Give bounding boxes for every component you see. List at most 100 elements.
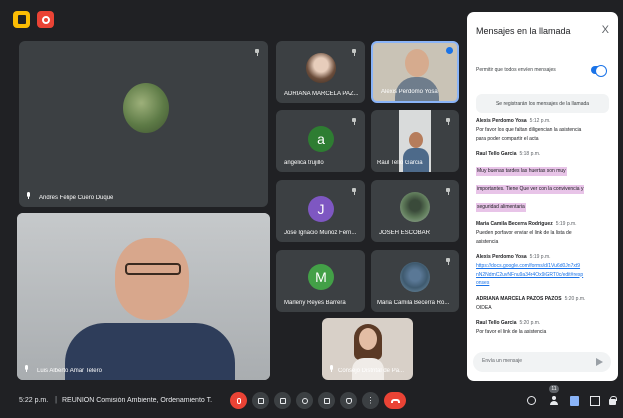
chat-message: ADRIANA MARCELA PAZOS PAZOS 5:20 p.m. OID… [476,296,609,313]
host-controls-icon[interactable] [608,396,617,406]
participant-tile-mariacamila[interactable]: Maria Camila Becerra Ro... [371,250,459,312]
allow-messages-label: Permitir que todos envíen mensajes [476,67,556,73]
participant-name: Andres Felipe Cuero Duque [39,195,114,201]
chat-input-placeholder: Envía un mensaje [482,358,523,364]
chat-record-notice: Se registrarán los mensajes de la llamad… [476,94,609,113]
message-sender: Raul Tello Garcia [476,320,517,326]
message-line: asistencia [476,238,499,245]
raise-hand-button[interactable] [340,392,357,409]
message-time: 5:12 p.m. [529,118,551,124]
more-options-button[interactable]: ⋮ [362,392,379,409]
participant-name: ADRIANA MARCELA PAZ... [284,91,359,97]
activities-button[interactable] [13,11,30,28]
person-head [405,49,429,77]
participant-tile-alexis[interactable]: Alexis Perdomo Yosa [371,41,459,103]
message-sender: Maria Camila Becerra Rodriguez [476,221,553,227]
mic-off-icon [236,397,241,404]
avatar [400,192,430,222]
participant-name: JOSEH ESCOBAR [379,230,431,236]
participant-name: Maria Camila Becerra Ro... [377,300,450,306]
message-sender: Alexis Perdomo Yosa [476,254,527,260]
activities-icon[interactable] [590,396,600,406]
chat-panel: Mensajes en la llamada X Permitir que to… [467,12,618,381]
message-line: OIDEA [476,304,492,311]
person-head [359,328,377,350]
notice-text: Se registrarán los mensajes de la llamad… [495,100,590,107]
message-list: Alexis Perdomo Yosa 5:12 p.m. Por favor l… [476,118,609,345]
mic-icon [26,192,31,199]
pin-icon[interactable] [254,49,260,56]
participant-name: Luis Alberto Amar Telero [37,368,102,374]
avatar [123,83,169,133]
reactions-button[interactable] [296,392,313,409]
pin-icon[interactable] [351,49,357,56]
meeting-title: REUNION Comisión Ambiente, Ordenamiento … [62,397,212,404]
camera-button[interactable] [252,392,269,409]
participant-tile-marleny[interactable]: M Marleny Reyes Barrera [276,250,365,312]
separator: | [55,395,58,404]
microphone-button[interactable] [230,392,247,409]
present-button[interactable] [318,392,335,409]
chat-message-input[interactable]: Envía un mensaje [473,352,611,372]
emoji-icon [301,397,308,404]
pin-icon[interactable] [445,188,451,195]
people-icon[interactable] [550,396,559,406]
send-icon[interactable] [596,358,603,366]
speaking-indicator-icon [446,47,453,54]
person-head [409,132,423,148]
participant-tile-jose[interactable]: J Jose Ignacio Muñoz Fern... [276,180,365,242]
info-icon[interactable] [527,396,536,405]
message-link[interactable]: nN2NdmC2uvNFnu9a34r4Ox9iGRT0c/edit#resp [476,271,609,280]
message-link[interactable]: onses [476,279,609,288]
participant-name: Jose Ignacio Muñoz Fern... [284,230,357,236]
message-time: 5:18 p.m. [519,151,541,157]
avatar [306,53,336,83]
message-time: 5:20 p.m. [564,295,586,302]
record-button[interactable] [37,11,54,28]
record-icon [41,15,50,24]
message-line: Muy buenas tardes las huertas son muy [476,167,567,176]
participant-name: Consejo Distrital de Pa... [338,368,405,374]
chat-message: Maria Camila Becerra Rodriguez 5:19 p.m. … [476,221,609,246]
chat-message: Raul Tello Garcia 5:20 p.m. Por favor el … [476,320,609,337]
people-count-badge: 11 [549,385,559,393]
chat-icon[interactable] [570,396,579,406]
participant-tile-adriana[interactable]: ADRIANA MARCELA PAZ... [276,41,365,103]
chat-message: Alexis Perdomo Yosa 5:19 p.m. https://doc… [476,254,609,288]
participant-tile-angelica[interactable]: a angelica trujillo [276,110,365,172]
participant-name: Marleny Reyes Barrera [284,300,346,306]
participant-tile-luis[interactable]: Luis Alberto Amar Telero [17,213,270,380]
message-sender: ADRIANA MARCELA PAZOS PAZOS [476,295,562,302]
camera-icon [257,397,264,404]
message-sender: Alexis Perdomo Yosa [476,118,527,124]
allow-messages-toggle[interactable] [591,65,607,77]
message-time: 5:19 p.m. [529,254,551,260]
participant-tile-consejo[interactable]: Consejo Distrital de Pa... [322,318,413,380]
participant-tile-andres[interactable]: Andres Felipe Cuero Duque [19,41,268,207]
pin-icon[interactable] [351,188,357,195]
chat-title: Mensajes en la llamada [476,26,571,36]
captions-button[interactable] [274,392,291,409]
participant-tile-joseh[interactable]: JOSEH ESCOBAR [371,180,459,242]
message-link[interactable]: https://docs.google.com/forms/d/1Vu6d0Jn… [476,262,609,271]
message-line: Por favor los que faltan diligencian la … [476,127,582,133]
message-time: 5:19 p.m. [555,221,577,227]
leave-call-button[interactable] [384,392,406,409]
participant-name: Alexis Perdomo Yosa [381,89,438,95]
close-icon[interactable]: X [602,24,609,36]
message-time: 5:20 p.m. [519,320,541,326]
pin-icon[interactable] [445,258,451,265]
captions-icon [279,397,286,404]
glasses [125,263,181,275]
avatar: J [308,196,334,222]
present-icon [323,397,330,404]
participant-name: angelica trujillo [284,160,324,166]
pin-icon[interactable] [351,118,357,125]
person-head [115,238,189,320]
participant-tile-raul[interactable]: Raul Tello Garcia [371,110,459,172]
pin-icon[interactable] [445,118,451,125]
avatar: a [308,126,334,152]
chat-message: Alexis Perdomo Yosa 5:12 p.m. Por favor l… [476,118,609,143]
message-line: importantes. Tiene Que ver con la conviv… [476,185,585,194]
mic-icon [329,365,334,372]
